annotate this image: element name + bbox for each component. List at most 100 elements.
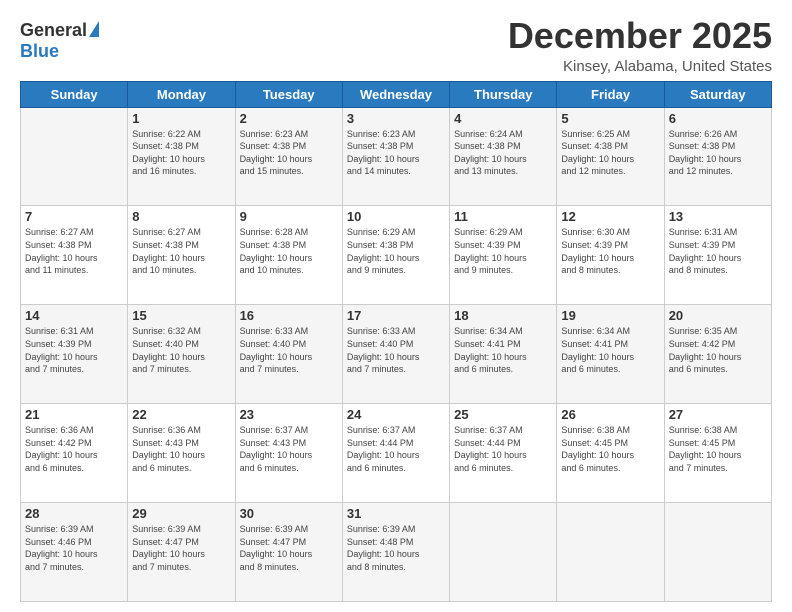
day-number: 18 <box>454 308 552 323</box>
col-wednesday: Wednesday <box>342 81 449 107</box>
table-row <box>450 503 557 602</box>
calendar-header-row: Sunday Monday Tuesday Wednesday Thursday… <box>21 81 772 107</box>
day-number: 17 <box>347 308 445 323</box>
table-row: 24 Sunrise: 6:37 AM Sunset: 4:44 PM Dayli… <box>342 404 449 503</box>
table-row: 22Sunrise: 6:36 AM Sunset: 4:43 PM Dayli… <box>128 404 235 503</box>
table-row <box>557 503 664 602</box>
day-info: Sunrise: 6:27 AM Sunset: 4:38 PM Dayligh… <box>25 226 123 276</box>
day-number: 9 <box>240 209 338 224</box>
logo-blue-text: Blue <box>20 41 59 62</box>
day-info: Sunrise: 6:23 AM Sunset: 4:38 PM Dayligh… <box>347 128 445 178</box>
table-row: 19 Sunrise: 6:34 AM Sunset: 4:41 PM Dayli… <box>557 305 664 404</box>
day-info: Sunrise: 6:28 AM Sunset: 4:38 PM Dayligh… <box>240 226 338 276</box>
day-number: 27 <box>669 407 767 422</box>
table-row: 26 Sunrise: 6:38 AM Sunset: 4:45 PM Dayli… <box>557 404 664 503</box>
day-info: Sunrise: 6:36 AM Sunset: 4:42 PM Dayligh… <box>25 424 123 474</box>
table-row: 18 Sunrise: 6:34 AM Sunset: 4:41 PM Dayli… <box>450 305 557 404</box>
table-row: 25 Sunrise: 6:37 AM Sunset: 4:44 PM Dayli… <box>450 404 557 503</box>
day-info: Sunrise: 6:33 AM Sunset: 4:40 PM Dayligh… <box>347 325 445 375</box>
day-info: Sunrise: 6:34 AM Sunset: 4:41 PM Dayligh… <box>454 325 552 375</box>
day-number: 10 <box>347 209 445 224</box>
table-row: 6Sunrise: 6:26 AM Sunset: 4:38 PM Daylig… <box>664 107 771 206</box>
day-number: 5 <box>561 111 659 126</box>
day-info: Sunrise: 6:27 AM Sunset: 4:38 PM Dayligh… <box>132 226 230 276</box>
table-row: 9 Sunrise: 6:28 AM Sunset: 4:38 PM Daylig… <box>235 206 342 305</box>
col-friday: Friday <box>557 81 664 107</box>
table-row: 17 Sunrise: 6:33 AM Sunset: 4:40 PM Dayli… <box>342 305 449 404</box>
logo-general-text: General <box>20 20 87 41</box>
day-number: 15 <box>132 308 230 323</box>
table-row: 5 Sunrise: 6:25 AM Sunset: 4:38 PM Daylig… <box>557 107 664 206</box>
title-block: December 2025 Kinsey, Alabama, United St… <box>508 16 772 75</box>
logo-triangle-icon <box>89 21 99 37</box>
day-info: Sunrise: 6:31 AM Sunset: 4:39 PM Dayligh… <box>669 226 767 276</box>
day-info: Sunrise: 6:39 AM Sunset: 4:47 PM Dayligh… <box>240 523 338 573</box>
day-number: 29 <box>132 506 230 521</box>
day-info: Sunrise: 6:29 AM Sunset: 4:38 PM Dayligh… <box>347 226 445 276</box>
col-thursday: Thursday <box>450 81 557 107</box>
table-row: 23 Sunrise: 6:37 AM Sunset: 4:43 PM Dayli… <box>235 404 342 503</box>
day-number: 1 <box>132 111 230 126</box>
day-number: 3 <box>347 111 445 126</box>
table-row: 13 Sunrise: 6:31 AM Sunset: 4:39 PM Dayli… <box>664 206 771 305</box>
subtitle: Kinsey, Alabama, United States <box>508 58 772 75</box>
table-row: 20 Sunrise: 6:35 AM Sunset: 4:42 PM Dayli… <box>664 305 771 404</box>
calendar-table: Sunday Monday Tuesday Wednesday Thursday… <box>20 81 772 602</box>
calendar-week-row: 1 Sunrise: 6:22 AM Sunset: 4:38 PM Daylig… <box>21 107 772 206</box>
day-info: Sunrise: 6:38 AM Sunset: 4:45 PM Dayligh… <box>669 424 767 474</box>
calendar-week-row: 28Sunrise: 6:39 AM Sunset: 4:46 PM Dayli… <box>21 503 772 602</box>
calendar-week-row: 7Sunrise: 6:27 AM Sunset: 4:38 PM Daylig… <box>21 206 772 305</box>
day-info: Sunrise: 6:22 AM Sunset: 4:38 PM Dayligh… <box>132 128 230 178</box>
table-row: 4Sunrise: 6:24 AM Sunset: 4:38 PM Daylig… <box>450 107 557 206</box>
day-info: Sunrise: 6:38 AM Sunset: 4:45 PM Dayligh… <box>561 424 659 474</box>
col-monday: Monday <box>128 81 235 107</box>
day-info: Sunrise: 6:37 AM Sunset: 4:43 PM Dayligh… <box>240 424 338 474</box>
day-info: Sunrise: 6:32 AM Sunset: 4:40 PM Dayligh… <box>132 325 230 375</box>
day-info: Sunrise: 6:35 AM Sunset: 4:42 PM Dayligh… <box>669 325 767 375</box>
main-title: December 2025 <box>508 16 772 56</box>
day-number: 30 <box>240 506 338 521</box>
table-row: 29Sunrise: 6:39 AM Sunset: 4:47 PM Dayli… <box>128 503 235 602</box>
table-row: 21Sunrise: 6:36 AM Sunset: 4:42 PM Dayli… <box>21 404 128 503</box>
table-row: 15 Sunrise: 6:32 AM Sunset: 4:40 PM Dayli… <box>128 305 235 404</box>
day-number: 19 <box>561 308 659 323</box>
day-info: Sunrise: 6:37 AM Sunset: 4:44 PM Dayligh… <box>347 424 445 474</box>
day-info: Sunrise: 6:36 AM Sunset: 4:43 PM Dayligh… <box>132 424 230 474</box>
col-tuesday: Tuesday <box>235 81 342 107</box>
table-row: 16Sunrise: 6:33 AM Sunset: 4:40 PM Dayli… <box>235 305 342 404</box>
day-number: 23 <box>240 407 338 422</box>
day-number: 25 <box>454 407 552 422</box>
calendar-week-row: 14 Sunrise: 6:31 AM Sunset: 4:39 PM Dayli… <box>21 305 772 404</box>
day-number: 26 <box>561 407 659 422</box>
table-row: 14 Sunrise: 6:31 AM Sunset: 4:39 PM Dayli… <box>21 305 128 404</box>
day-info: Sunrise: 6:25 AM Sunset: 4:38 PM Dayligh… <box>561 128 659 178</box>
day-info: Sunrise: 6:37 AM Sunset: 4:44 PM Dayligh… <box>454 424 552 474</box>
day-number: 13 <box>669 209 767 224</box>
day-info: Sunrise: 6:26 AM Sunset: 4:38 PM Dayligh… <box>669 128 767 178</box>
table-row: 8Sunrise: 6:27 AM Sunset: 4:38 PM Daylig… <box>128 206 235 305</box>
table-row: 31Sunrise: 6:39 AM Sunset: 4:48 PM Dayli… <box>342 503 449 602</box>
day-info: Sunrise: 6:39 AM Sunset: 4:46 PM Dayligh… <box>25 523 123 573</box>
table-row: 30 Sunrise: 6:39 AM Sunset: 4:47 PM Dayli… <box>235 503 342 602</box>
day-number: 20 <box>669 308 767 323</box>
table-row <box>21 107 128 206</box>
table-row: 28Sunrise: 6:39 AM Sunset: 4:46 PM Dayli… <box>21 503 128 602</box>
day-info: Sunrise: 6:33 AM Sunset: 4:40 PM Dayligh… <box>240 325 338 375</box>
table-row: 10 Sunrise: 6:29 AM Sunset: 4:38 PM Dayli… <box>342 206 449 305</box>
day-info: Sunrise: 6:31 AM Sunset: 4:39 PM Dayligh… <box>25 325 123 375</box>
day-info: Sunrise: 6:34 AM Sunset: 4:41 PM Dayligh… <box>561 325 659 375</box>
table-row: 3 Sunrise: 6:23 AM Sunset: 4:38 PM Daylig… <box>342 107 449 206</box>
day-number: 12 <box>561 209 659 224</box>
table-row: 11Sunrise: 6:29 AM Sunset: 4:39 PM Dayli… <box>450 206 557 305</box>
day-info: Sunrise: 6:30 AM Sunset: 4:39 PM Dayligh… <box>561 226 659 276</box>
table-row <box>664 503 771 602</box>
day-number: 14 <box>25 308 123 323</box>
day-number: 2 <box>240 111 338 126</box>
logo: General Blue <box>20 16 99 62</box>
day-info: Sunrise: 6:29 AM Sunset: 4:39 PM Dayligh… <box>454 226 552 276</box>
col-sunday: Sunday <box>21 81 128 107</box>
day-number: 4 <box>454 111 552 126</box>
day-info: Sunrise: 6:39 AM Sunset: 4:48 PM Dayligh… <box>347 523 445 573</box>
table-row: 27 Sunrise: 6:38 AM Sunset: 4:45 PM Dayli… <box>664 404 771 503</box>
day-number: 24 <box>347 407 445 422</box>
